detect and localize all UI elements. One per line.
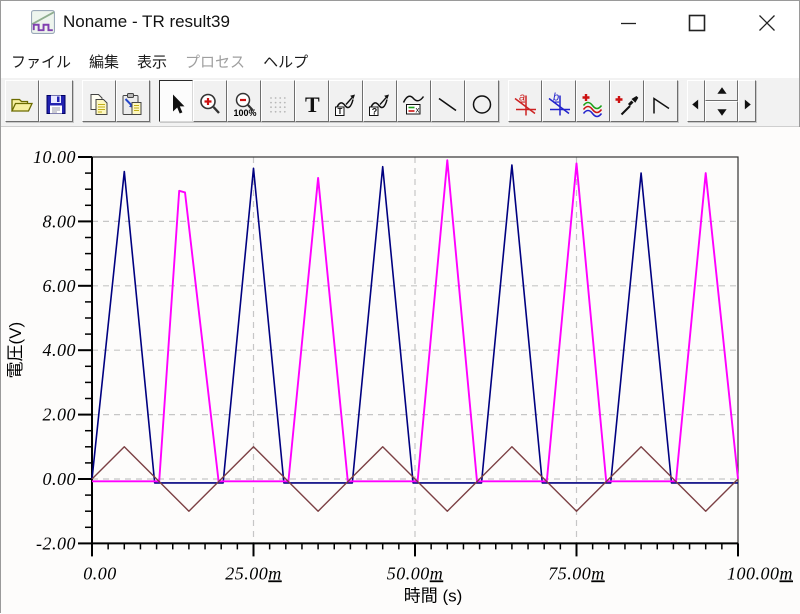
save-icon: [43, 91, 69, 118]
curve-label-icon: T: [333, 91, 359, 118]
select-arrow-icon: [163, 91, 189, 118]
paste-icon: [120, 91, 146, 118]
add-curves-icon: [580, 91, 606, 118]
save-file-button[interactable]: [39, 80, 73, 122]
cursor-b-button[interactable]: b: [542, 80, 576, 122]
scroll-left-button[interactable]: [687, 80, 705, 122]
x-tick-label: 75.00m: [548, 563, 605, 583]
close-button[interactable]: [744, 3, 790, 43]
scroll-up-button[interactable]: [705, 80, 738, 101]
text-tool-icon: T: [299, 91, 325, 118]
y-axis-title: 電圧(V): [6, 322, 25, 379]
minimize-icon: [618, 12, 640, 34]
zoom-in-icon: [197, 91, 223, 118]
curve-legend-button[interactable]: x: [397, 80, 431, 122]
chart-canvas[interactable]: 10.00 8.00 6.00 4.00 2.00 0.00 -2.00 0.00 25.00m…: [1, 127, 800, 614]
scroll-right-button[interactable]: [738, 80, 756, 122]
curve-label-button[interactable]: T: [329, 80, 363, 122]
zoom-100-icon: 100%: [231, 91, 257, 118]
app-window: Noname - TR result39 ファイル編集表示プロセスヘルプ 100…: [0, 0, 800, 613]
titlebar: Noname - TR result39: [1, 1, 799, 45]
svg-text:T: T: [305, 92, 320, 117]
open-file-button[interactable]: [5, 80, 39, 122]
curve-query-button[interactable]: ?: [363, 80, 397, 122]
zoom-in-button[interactable]: [193, 80, 227, 122]
copy-button[interactable]: [82, 80, 116, 122]
nav-down-icon: [716, 106, 728, 118]
add-curves-button[interactable]: [576, 80, 610, 122]
scroll-down-button[interactable]: [705, 101, 738, 122]
minimize-button[interactable]: [606, 3, 652, 43]
folder-open-icon: [9, 91, 35, 118]
scroll-vertical-spinner: [705, 80, 738, 122]
svg-text:?: ?: [372, 106, 378, 116]
trace-picker-button[interactable]: [610, 80, 644, 122]
copy-icon: [86, 91, 112, 118]
curve-legend-icon: x: [401, 91, 427, 118]
menu-item-help[interactable]: ヘルプ: [254, 51, 317, 72]
menubar: ファイル編集表示プロセスヘルプ: [1, 45, 799, 78]
y-tick-label: 10.00: [33, 147, 76, 167]
circle-tool-icon: [469, 91, 495, 118]
close-icon: [756, 12, 778, 34]
svg-text:x: x: [416, 105, 420, 114]
x-tick-label: 100.00m: [727, 563, 793, 583]
line-tool-button[interactable]: [431, 80, 465, 122]
y-tick-label: 6.00: [43, 276, 77, 296]
text-annotation-button[interactable]: T: [295, 80, 329, 122]
curve-query-icon: ?: [367, 91, 393, 118]
nav-left-icon: [689, 91, 703, 118]
x-tick-label: 25.00m: [225, 563, 282, 583]
grid-dots-icon: [265, 91, 291, 118]
toolbar: 100% T T? x a b: [1, 78, 799, 127]
svg-text:b: b: [553, 91, 559, 103]
waveform-app-icon: [31, 10, 55, 34]
svg-text:100%: 100%: [234, 108, 257, 118]
y-tick-label: 8.00: [43, 211, 77, 231]
menu-item-edit[interactable]: 編集: [80, 51, 128, 72]
circle-tool-button[interactable]: [465, 80, 499, 122]
cursor-a-button[interactable]: a: [508, 80, 542, 122]
nav-up-icon: [716, 85, 728, 97]
y-tick-label: -2.00: [36, 533, 76, 553]
maximize-icon: [686, 12, 708, 34]
window-title: Noname - TR result39: [63, 12, 230, 32]
angle-tool-button[interactable]: [644, 80, 678, 122]
grid-toggle-button: [261, 80, 295, 122]
x-tick-label: 50.00m: [387, 563, 444, 583]
menu-item-process: プロセス: [176, 51, 254, 72]
nav-right-icon: [740, 91, 754, 118]
y-tick-label: 0.00: [43, 469, 77, 489]
angle-tool-icon: [648, 91, 674, 118]
menu-item-file[interactable]: ファイル: [2, 51, 80, 72]
picker-icon: [614, 91, 640, 118]
tr-result-chart[interactable]: 10.00 8.00 6.00 4.00 2.00 0.00 -2.00 0.00 25.00m…: [1, 127, 800, 614]
y-tick-label: 2.00: [43, 405, 77, 425]
menu-item-view[interactable]: 表示: [128, 51, 176, 72]
maximize-button[interactable]: [674, 3, 720, 43]
x-axis-title: 時間 (s): [404, 586, 463, 605]
cursor-a-icon: a: [512, 91, 538, 118]
cursor-b-icon: b: [546, 91, 572, 118]
paste-button[interactable]: [116, 80, 150, 122]
line-tool-icon: [435, 91, 461, 118]
y-tick-label: 4.00: [43, 340, 77, 360]
svg-text:T: T: [338, 107, 343, 116]
select-cursor-button[interactable]: [159, 80, 193, 122]
x-tick-label: 0.00: [83, 563, 117, 583]
svg-text:a: a: [519, 91, 525, 103]
zoom-100-button[interactable]: 100%: [227, 80, 261, 122]
